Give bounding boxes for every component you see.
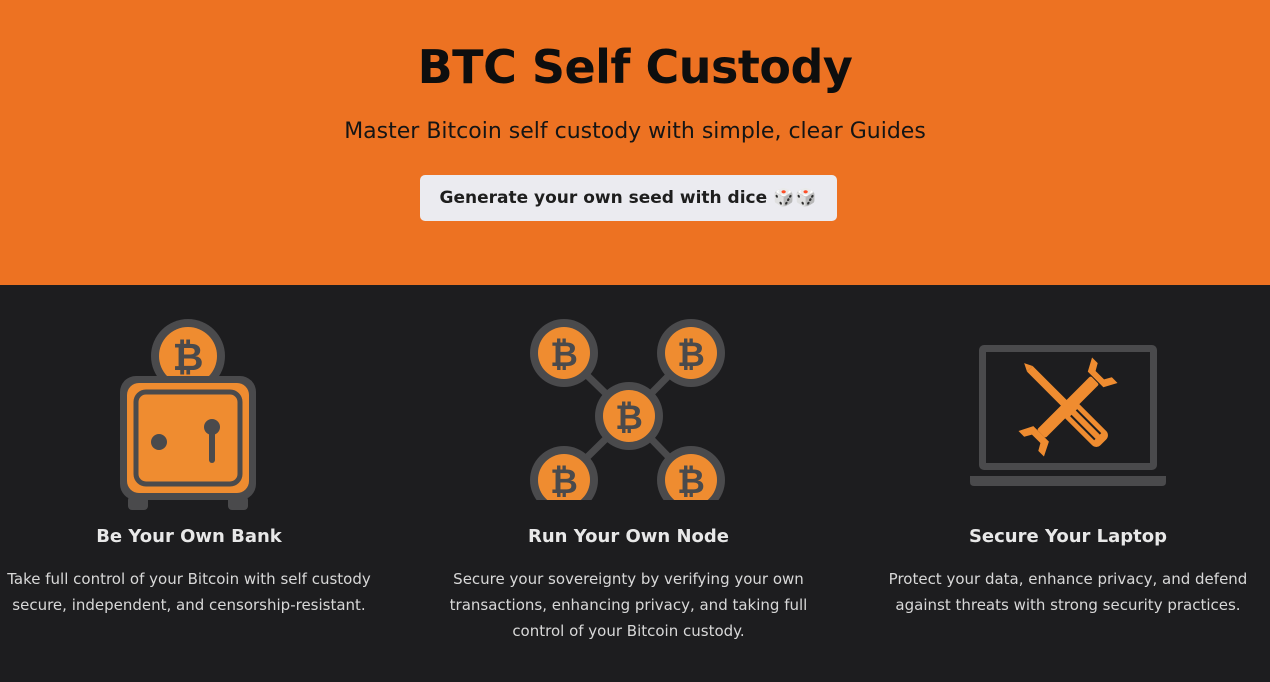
features-section: ₿ Be Your Own Bank Take full control of … (0, 285, 1270, 682)
feature-secure-laptop: Secure Your Laptop Protect your data, en… (885, 285, 1251, 682)
feature-title: Secure Your Laptop (968, 526, 1168, 547)
svg-text:₿: ₿ (615, 398, 643, 438)
safe-with-bitcoin-icon: ₿ (120, 319, 256, 510)
svg-text:₿: ₿ (677, 462, 705, 500)
feature-description: Protect your data, enhance privacy, and … (888, 570, 1248, 614)
svg-text:₿: ₿ (677, 335, 705, 375)
feature-own-node: ₿ ₿ ₿ ₿ ₿ Run Your Own Node Secure your … (446, 285, 811, 682)
feature-own-bank: ₿ Be Your Own Bank Take full control of … (0, 285, 378, 682)
hero-banner: BTC Self Custody Master Bitcoin self cus… (0, 0, 1270, 285)
generate-seed-label: Generate your own seed with dice (439, 188, 768, 208)
feature-description: Secure your sovereignty by verifying you… (449, 570, 808, 640)
svg-text:₿: ₿ (550, 335, 578, 375)
feature-description: Take full control of your Bitcoin with s… (7, 570, 371, 614)
svg-text:₿: ₿ (550, 462, 578, 500)
hero-subtitle: Master Bitcoin self custody with simple,… (344, 119, 926, 144)
svg-text:₿: ₿ (173, 335, 204, 379)
page-title: BTC Self Custody (417, 40, 853, 94)
laptop-tools-icon (970, 345, 1166, 486)
feature-title: Be Your Own Bank (96, 526, 282, 547)
feature-title: Run Your Own Node (528, 526, 729, 547)
bitcoin-node-network-icon: ₿ ₿ ₿ ₿ ₿ (530, 319, 725, 500)
dice-icon: 🎲🎲 (773, 188, 818, 208)
generate-seed-button[interactable]: Generate your own seed with dice 🎲🎲 (420, 175, 837, 221)
